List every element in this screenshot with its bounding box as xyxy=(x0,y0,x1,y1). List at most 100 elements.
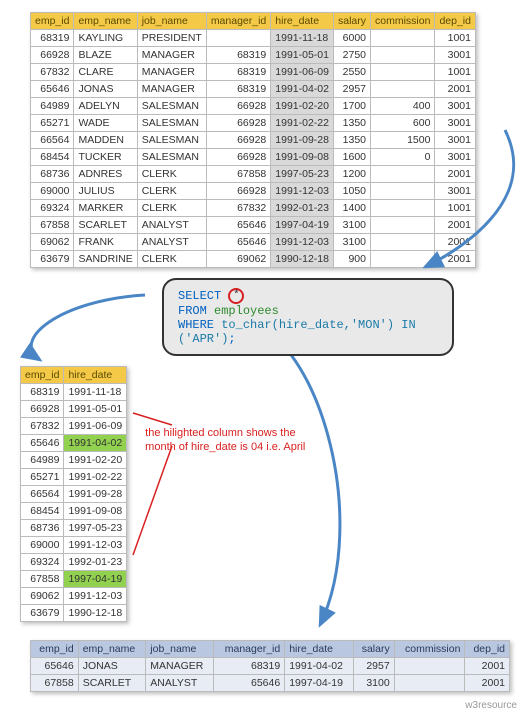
cell: 1991-12-03 xyxy=(271,234,334,251)
cell: 1997-04-19 xyxy=(285,675,354,692)
table-row: 69000JULIUSCLERK669281991-12-0310503001 xyxy=(31,183,476,200)
cell: 400 xyxy=(371,98,435,115)
cell: 1990-12-18 xyxy=(271,251,334,268)
cell: 66564 xyxy=(21,486,64,503)
cell: BLAZE xyxy=(74,47,137,64)
cell: 65646 xyxy=(21,435,64,452)
cell: 2001 xyxy=(465,675,510,692)
table-row: 652711991-02-22 xyxy=(21,469,127,486)
cell: 1001 xyxy=(435,200,476,217)
result-table: emp_idemp_namejob_namemanager_idhire_dat… xyxy=(30,640,510,692)
cell: 64989 xyxy=(31,98,74,115)
cell: 1991-04-02 xyxy=(271,81,334,98)
cell: 3001 xyxy=(435,132,476,149)
table-row: 693241992-01-23 xyxy=(21,554,127,571)
table-row: 690001991-12-03 xyxy=(21,537,127,554)
cell: 66928 xyxy=(206,132,270,149)
cell: 66928 xyxy=(206,183,270,200)
cell: 2001 xyxy=(435,217,476,234)
cell: 1997-05-23 xyxy=(64,520,127,537)
cell: 1400 xyxy=(333,200,370,217)
cell: 1991-05-01 xyxy=(271,47,334,64)
cell xyxy=(371,81,435,98)
cell xyxy=(371,166,435,183)
sql-select-kw: SELECT xyxy=(178,289,228,303)
table-row: 690621991-12-03 xyxy=(21,588,127,605)
cell: 1991-04-02 xyxy=(285,658,354,675)
cell: 1991-06-09 xyxy=(271,64,334,81)
cell: 6000 xyxy=(333,30,370,47)
cell xyxy=(371,251,435,268)
note-line-1: the hilighted column shows the xyxy=(145,427,295,439)
cell: JONAS xyxy=(74,81,137,98)
table-row: 683191991-11-18 xyxy=(21,384,127,401)
cell: 1001 xyxy=(435,30,476,47)
table-row: 66564MADDENSALESMAN669281991-09-28135015… xyxy=(31,132,476,149)
cell: 1991-11-18 xyxy=(271,30,334,47)
col-header: hire_date xyxy=(64,367,127,384)
cell: MANAGER xyxy=(137,47,206,64)
cell: SALESMAN xyxy=(137,98,206,115)
cell xyxy=(371,30,435,47)
cell: CLERK xyxy=(137,183,206,200)
cell: 3100 xyxy=(333,217,370,234)
cell: 66928 xyxy=(31,47,74,64)
col-header: salary xyxy=(354,641,395,658)
cell: 65646 xyxy=(206,234,270,251)
cell: 64989 xyxy=(21,452,64,469)
cell: SALESMAN xyxy=(137,115,206,132)
cell: SALESMAN xyxy=(137,132,206,149)
cell: 66928 xyxy=(206,115,270,132)
col-header: dep_id xyxy=(465,641,510,658)
cell: 2001 xyxy=(435,166,476,183)
cell: 67858 xyxy=(21,571,64,588)
cell: 3001 xyxy=(435,98,476,115)
cell: 65646 xyxy=(31,658,79,675)
table-row: 656461991-04-02 xyxy=(21,435,127,452)
cell: 69062 xyxy=(31,234,74,251)
table-row: 69324MARKERCLERK678321992-01-2314001001 xyxy=(31,200,476,217)
cell: 67832 xyxy=(31,64,74,81)
cell: 1997-04-19 xyxy=(64,571,127,588)
cell: CLERK xyxy=(137,200,206,217)
cell: MANAGER xyxy=(137,81,206,98)
cell: 66928 xyxy=(206,149,270,166)
cell: 3001 xyxy=(435,115,476,132)
table-row: 68736ADNRESCLERK678581997-05-2312002001 xyxy=(31,166,476,183)
cell: 1991-02-22 xyxy=(271,115,334,132)
col-header: emp_id xyxy=(31,641,79,658)
cell: 1991-06-09 xyxy=(64,418,127,435)
col-header: emp_name xyxy=(74,13,137,30)
cell: MARKER xyxy=(74,200,137,217)
cell xyxy=(371,217,435,234)
cell: 1997-04-19 xyxy=(271,217,334,234)
cell: 68319 xyxy=(31,30,74,47)
cell: 68319 xyxy=(214,658,285,675)
sql-where-kw: WHERE xyxy=(178,318,221,332)
cell: ADNRES xyxy=(74,166,137,183)
table-row: 684541991-09-08 xyxy=(21,503,127,520)
sql-from-kw: FROM xyxy=(178,304,214,318)
cell: SALESMAN xyxy=(137,149,206,166)
cell: 1350 xyxy=(333,115,370,132)
col-header: emp_id xyxy=(21,367,64,384)
cell: 1991-09-28 xyxy=(271,132,334,149)
table-row: 69062FRANKANALYST656461991-12-0331002001 xyxy=(31,234,476,251)
table-row: 66928BLAZEMANAGER683191991-05-0127503001 xyxy=(31,47,476,64)
table-row: 687361997-05-23 xyxy=(21,520,127,537)
cell: 63679 xyxy=(31,251,74,268)
highlight-note: the hilighted column shows the month of … xyxy=(145,426,305,455)
cell: 3001 xyxy=(435,149,476,166)
cell: 65271 xyxy=(31,115,74,132)
cell: 65646 xyxy=(214,675,285,692)
cell: 68736 xyxy=(21,520,64,537)
cell: MANAGER xyxy=(137,64,206,81)
cell: WADE xyxy=(74,115,137,132)
cell: 1050 xyxy=(333,183,370,200)
cell: 1991-05-01 xyxy=(64,401,127,418)
note-line-2: month of hire_date is 04 i.e. April xyxy=(145,441,305,453)
cell: 67858 xyxy=(206,166,270,183)
cell: JULIUS xyxy=(74,183,137,200)
cell xyxy=(394,658,465,675)
cell: 65646 xyxy=(206,217,270,234)
